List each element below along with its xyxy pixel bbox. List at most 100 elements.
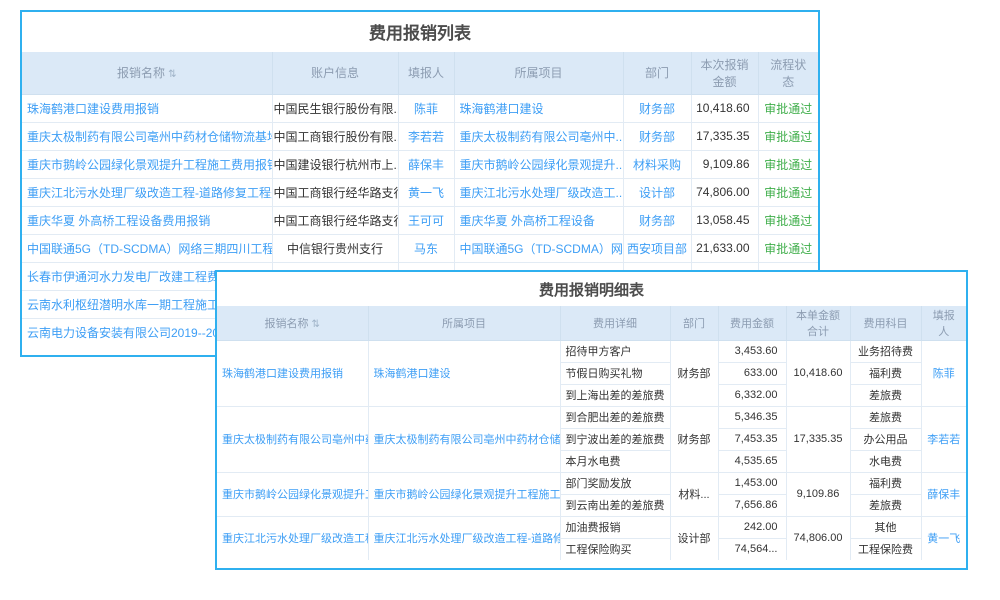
table-row: 中国联通5G（TD-SCDMA）网络三期四川工程费... 中信银行贵州支行 马东… (22, 234, 818, 262)
header-filler: 填报人 (398, 52, 454, 94)
expense-category: 差旅费 (850, 406, 921, 428)
expense-amount: 6,332.00 (718, 384, 786, 406)
sort-icon[interactable]: ⇅ (312, 319, 320, 330)
expense-detail: 加油费报销 (560, 516, 670, 538)
expense-name-link[interactable]: 重庆华夏 外高桥工程设备费用报销 (22, 206, 272, 234)
table-row: 重庆市鹅岭公园绿化景观提升工程施工费用报销 中国建设银行杭州市上... 薛保丰 … (22, 150, 818, 178)
expense-category: 差旅费 (850, 384, 921, 406)
project-link[interactable]: 珠海鹤港口建设 (454, 94, 623, 122)
expense-amount: 74,564... (718, 538, 786, 560)
project-link[interactable]: 珠海鹤港口建设 (368, 340, 560, 406)
expense-detail: 本月水电费 (560, 450, 670, 472)
expense-detail: 招待甲方客户 (560, 340, 670, 362)
project-link[interactable]: 重庆江北污水处理厂级改造工程-道路修复工程 (368, 516, 560, 560)
table-row: 重庆市鹅岭公园绿化景观提升工程施工费用报销 重庆市鹅岭公园绿化景观提升工程施工 … (217, 472, 966, 494)
account-info: 中信银行贵州支行 (272, 234, 398, 262)
filler-link[interactable]: 陈菲 (921, 340, 966, 406)
table-row: 重庆江北污水处理厂级改造工程-道路修复工程费用... 中国工商银行经华路支行 黄… (22, 178, 818, 206)
filler-link[interactable]: 黄一飞 (921, 516, 966, 560)
expense-name-link[interactable]: 珠海鹤港口建设费用报销 (217, 340, 368, 406)
table-row: 重庆太极制药有限公司亳州中药材仓储物流基地项... 中国工商银行股份有限... … (22, 122, 818, 150)
expense-detail: 部门奖励发放 (560, 472, 670, 494)
filler-link[interactable]: 李若若 (398, 122, 454, 150)
expense-detail: 工程保险购买 (560, 538, 670, 560)
flow-status: 审批通过 (758, 122, 818, 150)
filler-link[interactable]: 黄一飞 (398, 178, 454, 206)
amount-value: 13,058.45 (691, 206, 758, 234)
project-link[interactable]: 重庆华夏 外高桥工程设备 (454, 206, 623, 234)
table-row: 重庆江北污水处理厂级改造工程-道路修复工程费用报销 重庆江北污水处理厂级改造工程… (217, 516, 966, 538)
expense-category: 办公用品 (850, 428, 921, 450)
total-amount: 74,806.00 (786, 516, 850, 560)
project-link[interactable]: 重庆太极制药有限公司亳州中药材仓储物流基地项目 (368, 406, 560, 472)
expense-name-link[interactable]: 中国联通5G（TD-SCDMA）网络三期四川工程费... (22, 234, 272, 262)
project-link[interactable]: 重庆市鹅岭公园绿化景观提升工程施工 (368, 472, 560, 516)
flow-status: 审批通过 (758, 234, 818, 262)
project-link[interactable]: 重庆江北污水处理厂级改造工... (454, 178, 623, 206)
department-link[interactable]: 西安项目部 (623, 234, 691, 262)
filler-link[interactable]: 马东 (398, 234, 454, 262)
project-link[interactable]: 重庆市鹅岭公园绿化景观提升... (454, 150, 623, 178)
department-link[interactable]: 财务部 (623, 122, 691, 150)
header-account-info: 账户信息 (272, 52, 398, 94)
department-link[interactable]: 设计部 (623, 178, 691, 206)
department-link[interactable]: 财务部 (623, 94, 691, 122)
amount-value: 74,806.00 (691, 178, 758, 206)
filler-link[interactable]: 王可可 (398, 206, 454, 234)
expense-amount: 633.00 (718, 362, 786, 384)
filler-link[interactable]: 薛保丰 (921, 472, 966, 516)
total-amount: 10,418.60 (786, 340, 850, 406)
amount-value: 10,418.60 (691, 94, 758, 122)
expense-amount: 4,535.65 (718, 450, 786, 472)
expense-name-link[interactable]: 重庆市鹅岭公园绿化景观提升工程施工费用报销 (22, 150, 272, 178)
expense-detail: 到合肥出差的差旅费 (560, 406, 670, 428)
expense-category: 水电费 (850, 450, 921, 472)
expense-detail: 到上海出差的差旅费 (560, 384, 670, 406)
expense-name-link[interactable]: 重庆太极制药有限公司亳州中药材仓储物流基地项目费用报销 (217, 406, 368, 472)
amount-value: 9,109.86 (691, 150, 758, 178)
expense-name-link[interactable]: 重庆江北污水处理厂级改造工程-道路修复工程费用报销 (217, 516, 368, 560)
header-expense-name[interactable]: 报销名称⇅ (22, 52, 272, 94)
expense-detail: 到云南出差的差旅费 (560, 494, 670, 516)
flow-status: 审批通过 (758, 206, 818, 234)
expense-category: 工程保险费 (850, 538, 921, 560)
header-project: 所属项目 (368, 306, 560, 340)
expense-detail: 节假日购买礼物 (560, 362, 670, 384)
department: 财务部 (670, 340, 718, 406)
expense-name-link[interactable]: 重庆太极制药有限公司亳州中药材仓储物流基地项... (22, 122, 272, 150)
expense-amount: 242.00 (718, 516, 786, 538)
department: 财务部 (670, 406, 718, 472)
header-expense-name-label: 报销名称 (117, 66, 165, 80)
expense-name-link[interactable]: 重庆市鹅岭公园绿化景观提升工程施工费用报销 (217, 472, 368, 516)
expense-name-link[interactable]: 重庆江北污水处理厂级改造工程-道路修复工程费用... (22, 178, 272, 206)
department-link[interactable]: 财务部 (623, 206, 691, 234)
header-expense-name[interactable]: 报销名称⇅ (217, 306, 368, 340)
expense-amount: 3,453.60 (718, 340, 786, 362)
project-link[interactable]: 重庆太极制药有限公司亳州中... (454, 122, 623, 150)
table-row: 珠海鹤港口建设费用报销 中国民生银行股份有限... 陈菲 珠海鹤港口建设 财务部… (22, 94, 818, 122)
filler-link[interactable]: 薛保丰 (398, 150, 454, 178)
filler-link[interactable]: 陈菲 (398, 94, 454, 122)
expense-amount: 5,346.35 (718, 406, 786, 428)
expense-detail-card: 费用报销明细表 报销名称⇅ 所属项目 费用详细 部门 费用金额 本单金额合计 费… (215, 270, 968, 570)
account-info: 中国建设银行杭州市上... (272, 150, 398, 178)
department-link[interactable]: 材料采购 (623, 150, 691, 178)
total-amount: 9,109.86 (786, 472, 850, 516)
department: 材料... (670, 472, 718, 516)
expense-detail: 到宁波出差的差旅费 (560, 428, 670, 450)
project-link[interactable]: 中国联通5G（TD-SCDMA）网... (454, 234, 623, 262)
filler-link[interactable]: 李若若 (921, 406, 966, 472)
expense-list-title: 费用报销列表 (22, 12, 818, 52)
expense-category: 差旅费 (850, 494, 921, 516)
expense-detail-table: 报销名称⇅ 所属项目 费用详细 部门 费用金额 本单金额合计 费用科目 填报人 … (217, 306, 966, 560)
account-info: 中国工商银行经华路支行 (272, 206, 398, 234)
flow-status: 审批通过 (758, 150, 818, 178)
table-row: 重庆太极制药有限公司亳州中药材仓储物流基地项目费用报销 重庆太极制药有限公司亳州… (217, 406, 966, 428)
amount-value: 17,335.35 (691, 122, 758, 150)
expense-name-link[interactable]: 珠海鹤港口建设费用报销 (22, 94, 272, 122)
header-filler: 填报人 (921, 306, 966, 340)
header-amount: 本次报销金额 (691, 52, 758, 94)
header-project: 所属项目 (454, 52, 623, 94)
table-row: 重庆华夏 外高桥工程设备费用报销 中国工商银行经华路支行 王可可 重庆华夏 外高… (22, 206, 818, 234)
sort-icon[interactable]: ⇅ (168, 69, 176, 80)
